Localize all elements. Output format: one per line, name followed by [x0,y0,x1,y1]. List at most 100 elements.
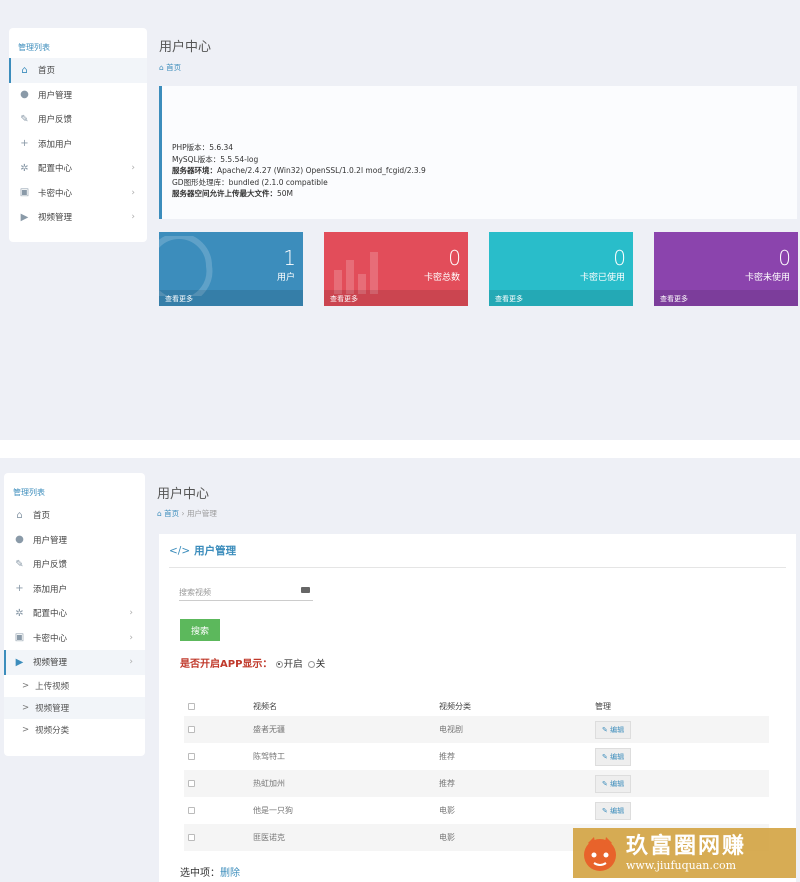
edit-button[interactable]: ✎ 编辑 [595,747,632,766]
selected-label: 选中项： [180,868,220,879]
row-checkbox[interactable] [188,726,195,733]
sidebar-item-home[interactable]: ⌂ 首页 [9,58,147,83]
sidebar-item-user-feedback[interactable]: ✎ 用户反馈 [4,552,145,577]
edit-label: 编辑 [610,752,625,761]
server-info-row: 服务器空间允许上传最大文件：50M [172,188,797,200]
server-info-key: PHP版本： [172,143,210,152]
edit-button[interactable]: ✎ 编辑 [595,801,632,820]
table-header-row: 视频名 视频分类 管理 [184,696,769,716]
view-more-link[interactable]: 查看更多 [654,290,798,306]
stat-value: 0 [778,246,791,270]
edit-button[interactable]: ✎ 编辑 [595,774,632,793]
radio-on[interactable] [275,660,283,668]
breadcrumb-home-link[interactable]: 首页 [166,63,181,72]
app-display-toggle: 是否开启APP显示： 开启 关 [180,655,327,670]
column-header: 管理 [595,701,611,711]
sidebar-item-user-management[interactable]: ● 用户管理 [4,528,145,553]
keyboard-icon [301,587,310,593]
sidebar-item-label: 首页 [38,66,56,77]
row-checkbox[interactable] [188,780,195,787]
sidebar-item-label: 用户管理 [38,90,73,101]
select-all-checkbox[interactable] [188,702,195,710]
home-icon: ⌂ [21,64,28,76]
sidebar-item-label: 视频管理 [38,213,73,224]
page-title: 用户中心 [157,487,210,502]
search-input[interactable]: 搜索视频 [179,584,313,601]
server-info-value: 50M [277,189,294,198]
sidebar-item-video-management[interactable]: ▶ 视频管理 › [9,205,147,230]
edit-icon: ✎ [20,113,29,125]
table-row: 陈驾特工 推荐 ✎ 编辑 [184,743,769,770]
sidebar-item-video-management[interactable]: ▶ 视频管理 › [4,650,145,675]
video-name: 热虹加州 [253,779,285,788]
sidebar-item-config-center[interactable]: ✲ 配置中心 › [4,601,145,626]
row-select-cell [184,770,249,797]
view-more-link[interactable]: 查看更多 [159,290,303,306]
sidebar-subitem-video-management[interactable]: > 视频管理 [4,696,145,719]
view-more-link[interactable]: 查看更多 [489,290,633,306]
radio-on-label: 开启 [283,659,303,670]
table-row: 热虹加州 推荐 ✎ 编辑 [184,770,769,797]
watermark-title: 玖富圈网赚 [626,833,747,859]
stat-label: 卡密未使用 [744,273,790,283]
sidebar-subitem-label: 上传视频 [35,681,70,692]
page-title: 用户中心 [159,40,212,55]
sidebar-item-card-center[interactable]: ▣ 卡密中心 › [9,181,147,206]
sidebar-item-add-user[interactable]: + 添加用户 [9,132,147,157]
video-category: 电影 [439,833,455,842]
radio-off-label: 关 [315,659,326,670]
radio-off[interactable] [307,660,315,668]
stat-value: 0 [448,246,461,270]
sidebar-item-home[interactable]: ⌂ 首页 [4,503,145,528]
play-icon: ▶ [20,211,29,223]
card-icon: ▣ [19,187,30,199]
chart-ring-icon [159,236,213,296]
user-management-panel: 管理列表 ⌂ 首页 ● 用户管理 ✎ 用户反馈 + 添加用户 ✲ 配置中心 › ▣ 卡密中心 ›… [0,458,800,882]
fox-logo-icon [584,837,616,871]
row-select-cell [184,824,249,851]
row-checkbox[interactable] [188,753,195,760]
sidebar-title: 管理列表 [13,488,45,497]
stat-value: 0 [613,246,626,270]
sidebar-item-config-center[interactable]: ✲ 配置中心 › [9,156,147,181]
stat-tile-cards-used: 0 卡密已使用 查看更多 [489,232,633,306]
video-name: 他是一只狗 [253,806,293,815]
edit-icon: ✎ [602,806,608,815]
sidebar-item-user-feedback[interactable]: ✎ 用户反馈 [9,107,147,132]
card-title: 用户管理 [194,545,237,557]
view-more-link[interactable]: 查看更多 [324,290,468,306]
chevron-right-icon: › [129,608,133,619]
chevron-right-icon: > [22,680,30,691]
sidebar-subitem-upload-video[interactable]: > 上传视频 [4,675,145,697]
row-select-cell [184,797,249,824]
chevron-right-icon: > [22,724,30,735]
sidebar-item-add-user[interactable]: + 添加用户 [4,577,145,602]
chevron-right-icon: › [131,163,135,174]
sidebar-title: 管理列表 [18,43,50,52]
delete-link[interactable]: 删除 [220,868,240,879]
edit-icon: ✎ [602,752,608,761]
home-icon: ⌂ [16,509,23,521]
action-cell: ✎ 编辑 [591,743,769,770]
video-name: 盛者无疆 [253,725,285,734]
sidebar-subitem-video-category[interactable]: > 视频分类 [4,719,145,741]
gear-icon: ✲ [15,607,24,619]
select-all-header [184,696,249,716]
server-info-row: 服务器环境：Apache/2.4.27 (Win32) OpenSSL/1.0.… [172,165,797,177]
sidebar-item-label: 用户管理 [33,535,68,546]
action-cell: ✎ 编辑 [591,770,769,797]
row-checkbox[interactable] [188,834,195,841]
sidebar-item-label: 用户反馈 [38,115,73,126]
breadcrumb-home-link[interactable]: 首页 [164,509,179,518]
row-checkbox[interactable] [188,807,195,814]
edit-button[interactable]: ✎ 编辑 [595,720,632,739]
server-info-value: 5.6.34 [209,143,234,152]
sidebar-item-card-center[interactable]: ▣ 卡密中心 › [4,626,145,651]
stat-label: 卡密已使用 [579,273,625,283]
stat-tile-cards-total: 0 卡密总数 查看更多 [324,232,468,306]
stat-tile-cards-unused: 0 卡密未使用 查看更多 [654,232,798,306]
sidebar-subitem-label: 视频管理 [35,703,70,714]
user-icon: ● [20,89,29,101]
search-button[interactable]: 搜索 [180,619,220,641]
sidebar-item-user-management[interactable]: ● 用户管理 [9,83,147,108]
